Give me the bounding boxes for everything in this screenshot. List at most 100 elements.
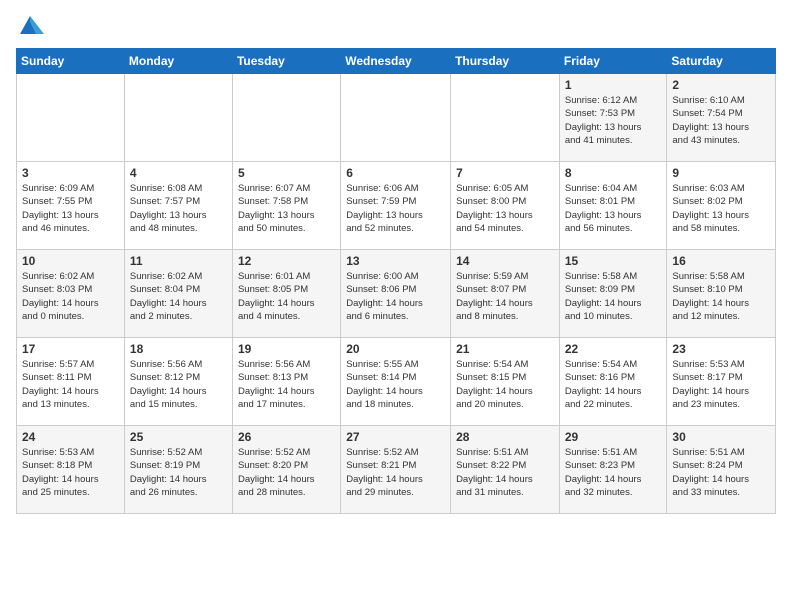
day-number: 29 (565, 430, 662, 444)
day-number: 30 (672, 430, 770, 444)
calendar-cell: 16 Sunrise: 5:58 AM Sunset: 8:10 PM Dayli… (667, 250, 776, 338)
page: SundayMondayTuesdayWednesdayThursdayFrid… (0, 0, 792, 522)
day-number: 17 (22, 342, 119, 356)
calendar-cell: 11 Sunrise: 6:02 AM Sunset: 8:04 PM Dayli… (124, 250, 232, 338)
calendar-cell: 23 Sunrise: 5:53 AM Sunset: 8:17 PM Dayli… (667, 338, 776, 426)
day-info: Sunrise: 6:05 AM Sunset: 8:00 PM Dayligh… (456, 182, 554, 235)
day-info: Sunrise: 5:51 AM Sunset: 8:24 PM Dayligh… (672, 446, 770, 499)
calendar-cell: 25Sunrise: 5:52 AM Sunset: 8:19 PM Dayli… (124, 426, 232, 514)
day-number: 3 (22, 166, 119, 180)
calendar-cell (451, 74, 560, 162)
calendar-cell (124, 74, 232, 162)
calendar-week-5: 24 Sunrise: 5:53 AM Sunset: 8:18 PM Dayli… (17, 426, 776, 514)
day-number: 10 (22, 254, 119, 268)
calendar-week-4: 17 Sunrise: 5:57 AM Sunset: 8:11 PM Dayli… (17, 338, 776, 426)
calendar-cell (17, 74, 125, 162)
day-info: Sunrise: 5:52 AM Sunset: 8:20 PM Dayligh… (238, 446, 335, 499)
calendar-week-3: 10 Sunrise: 6:02 AM Sunset: 8:03 PM Dayli… (17, 250, 776, 338)
day-info: Sunrise: 5:56 AM Sunset: 8:13 PM Dayligh… (238, 358, 335, 411)
day-info: Sunrise: 6:12 AM Sunset: 7:53 PM Dayligh… (565, 94, 662, 147)
calendar-header-monday: Monday (124, 49, 232, 74)
calendar-cell: 8 Sunrise: 6:04 AM Sunset: 8:01 PM Daylig… (559, 162, 667, 250)
day-info: Sunrise: 5:52 AM Sunset: 8:21 PM Dayligh… (346, 446, 445, 499)
day-info: Sunrise: 6:09 AM Sunset: 7:55 PM Dayligh… (22, 182, 119, 235)
day-number: 1 (565, 78, 662, 92)
day-info: Sunrise: 5:51 AM Sunset: 8:22 PM Dayligh… (456, 446, 554, 499)
calendar-header-tuesday: Tuesday (232, 49, 340, 74)
day-number: 13 (346, 254, 445, 268)
day-info: Sunrise: 6:06 AM Sunset: 7:59 PM Dayligh… (346, 182, 445, 235)
day-info: Sunrise: 5:56 AM Sunset: 8:12 PM Dayligh… (130, 358, 227, 411)
calendar-cell: 18Sunrise: 5:56 AM Sunset: 8:12 PM Dayli… (124, 338, 232, 426)
calendar-cell: 21Sunrise: 5:54 AM Sunset: 8:15 PM Dayli… (451, 338, 560, 426)
calendar-cell: 13 Sunrise: 6:00 AM Sunset: 8:06 PM Dayli… (341, 250, 451, 338)
day-info: Sunrise: 6:04 AM Sunset: 8:01 PM Dayligh… (565, 182, 662, 235)
calendar-cell: 14Sunrise: 5:59 AM Sunset: 8:07 PM Dayli… (451, 250, 560, 338)
calendar-cell: 24 Sunrise: 5:53 AM Sunset: 8:18 PM Dayli… (17, 426, 125, 514)
day-info: Sunrise: 5:58 AM Sunset: 8:10 PM Dayligh… (672, 270, 770, 323)
day-number: 14 (456, 254, 554, 268)
day-info: Sunrise: 5:53 AM Sunset: 8:18 PM Dayligh… (22, 446, 119, 499)
calendar-header-sunday: Sunday (17, 49, 125, 74)
calendar-week-1: 1 Sunrise: 6:12 AM Sunset: 7:53 PM Daylig… (17, 74, 776, 162)
calendar-cell: 6 Sunrise: 6:06 AM Sunset: 7:59 PM Daylig… (341, 162, 451, 250)
day-number: 28 (456, 430, 554, 444)
day-number: 21 (456, 342, 554, 356)
day-number: 20 (346, 342, 445, 356)
calendar-cell: 1 Sunrise: 6:12 AM Sunset: 7:53 PM Daylig… (559, 74, 667, 162)
day-number: 4 (130, 166, 227, 180)
day-info: Sunrise: 5:53 AM Sunset: 8:17 PM Dayligh… (672, 358, 770, 411)
calendar-cell (341, 74, 451, 162)
day-number: 24 (22, 430, 119, 444)
calendar-cell (232, 74, 340, 162)
logo (16, 12, 48, 40)
day-number: 19 (238, 342, 335, 356)
calendar-cell: 27 Sunrise: 5:52 AM Sunset: 8:21 PM Dayli… (341, 426, 451, 514)
calendar-cell: 22 Sunrise: 5:54 AM Sunset: 8:16 PM Dayli… (559, 338, 667, 426)
logo-icon (16, 12, 44, 40)
calendar-cell: 28 Sunrise: 5:51 AM Sunset: 8:22 PM Dayli… (451, 426, 560, 514)
day-number: 9 (672, 166, 770, 180)
day-number: 12 (238, 254, 335, 268)
day-info: Sunrise: 5:55 AM Sunset: 8:14 PM Dayligh… (346, 358, 445, 411)
calendar: SundayMondayTuesdayWednesdayThursdayFrid… (16, 48, 776, 514)
day-info: Sunrise: 6:02 AM Sunset: 8:04 PM Dayligh… (130, 270, 227, 323)
day-info: Sunrise: 6:03 AM Sunset: 8:02 PM Dayligh… (672, 182, 770, 235)
day-info: Sunrise: 6:08 AM Sunset: 7:57 PM Dayligh… (130, 182, 227, 235)
calendar-header-row: SundayMondayTuesdayWednesdayThursdayFrid… (17, 49, 776, 74)
calendar-header-wednesday: Wednesday (341, 49, 451, 74)
day-number: 8 (565, 166, 662, 180)
calendar-cell: 12 Sunrise: 6:01 AM Sunset: 8:05 PM Dayli… (232, 250, 340, 338)
day-info: Sunrise: 6:01 AM Sunset: 8:05 PM Dayligh… (238, 270, 335, 323)
day-info: Sunrise: 6:07 AM Sunset: 7:58 PM Dayligh… (238, 182, 335, 235)
day-number: 6 (346, 166, 445, 180)
day-info: Sunrise: 5:52 AM Sunset: 8:19 PM Dayligh… (130, 446, 227, 499)
calendar-cell: 19 Sunrise: 5:56 AM Sunset: 8:13 PM Dayli… (232, 338, 340, 426)
day-number: 22 (565, 342, 662, 356)
calendar-cell: 20 Sunrise: 5:55 AM Sunset: 8:14 PM Dayli… (341, 338, 451, 426)
day-number: 26 (238, 430, 335, 444)
day-number: 27 (346, 430, 445, 444)
day-number: 15 (565, 254, 662, 268)
calendar-cell: 4 Sunrise: 6:08 AM Sunset: 7:57 PM Daylig… (124, 162, 232, 250)
day-info: Sunrise: 5:58 AM Sunset: 8:09 PM Dayligh… (565, 270, 662, 323)
day-number: 11 (130, 254, 227, 268)
day-info: Sunrise: 5:51 AM Sunset: 8:23 PM Dayligh… (565, 446, 662, 499)
day-info: Sunrise: 6:00 AM Sunset: 8:06 PM Dayligh… (346, 270, 445, 323)
calendar-week-2: 3 Sunrise: 6:09 AM Sunset: 7:55 PM Daylig… (17, 162, 776, 250)
day-info: Sunrise: 6:02 AM Sunset: 8:03 PM Dayligh… (22, 270, 119, 323)
day-info: Sunrise: 5:54 AM Sunset: 8:16 PM Dayligh… (565, 358, 662, 411)
day-info: Sunrise: 5:57 AM Sunset: 8:11 PM Dayligh… (22, 358, 119, 411)
day-number: 7 (456, 166, 554, 180)
header (16, 12, 776, 40)
calendar-header-friday: Friday (559, 49, 667, 74)
calendar-cell: 7 Sunrise: 6:05 AM Sunset: 8:00 PM Daylig… (451, 162, 560, 250)
calendar-cell: 15 Sunrise: 5:58 AM Sunset: 8:09 PM Dayli… (559, 250, 667, 338)
day-number: 2 (672, 78, 770, 92)
calendar-cell: 17 Sunrise: 5:57 AM Sunset: 8:11 PM Dayli… (17, 338, 125, 426)
day-number: 16 (672, 254, 770, 268)
day-number: 23 (672, 342, 770, 356)
calendar-header-thursday: Thursday (451, 49, 560, 74)
calendar-cell: 10 Sunrise: 6:02 AM Sunset: 8:03 PM Dayli… (17, 250, 125, 338)
calendar-cell: 2Sunrise: 6:10 AM Sunset: 7:54 PM Daylig… (667, 74, 776, 162)
